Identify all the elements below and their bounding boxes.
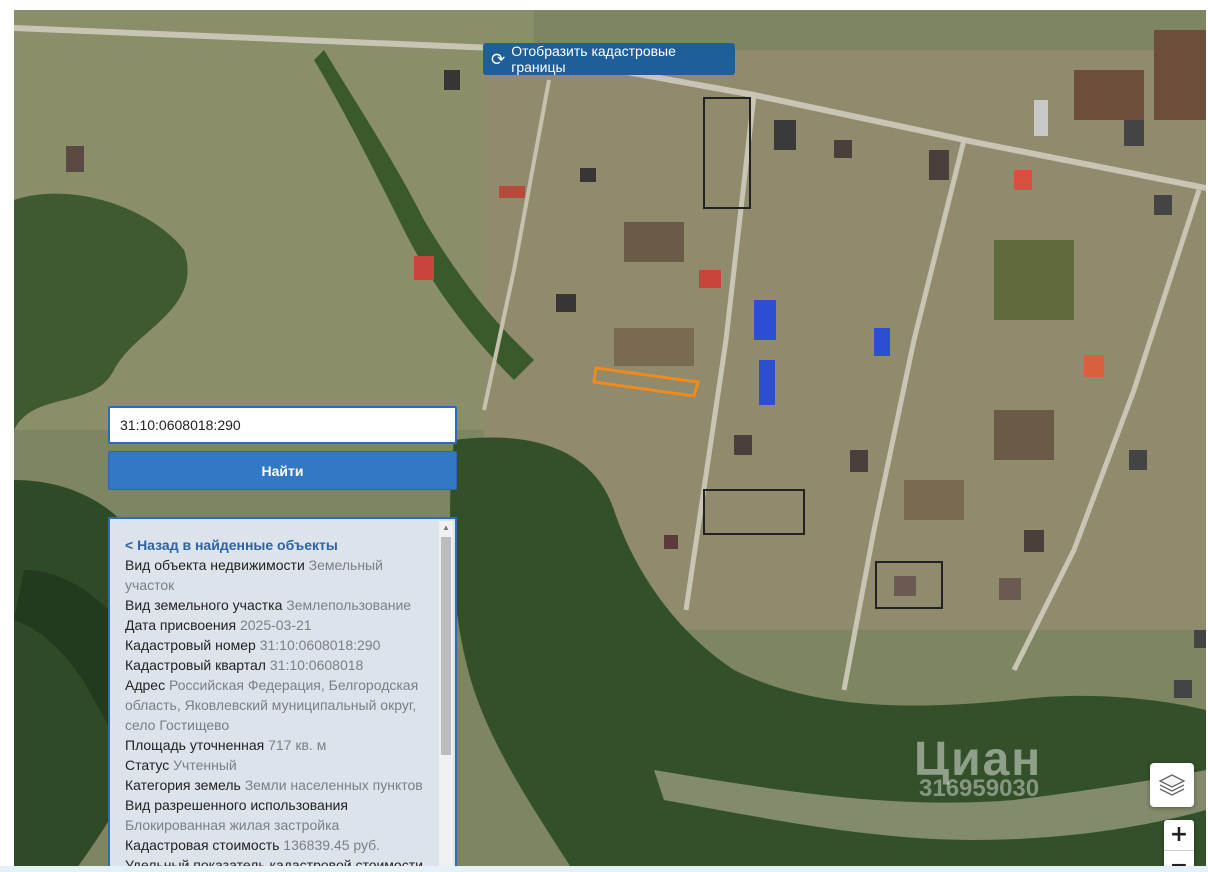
back-to-results-link[interactable]: < Назад в найденные объекты <box>125 535 425 555</box>
object-info-panel: < Назад в найденные объекты Вид объекта … <box>108 517 457 872</box>
info-value: Землепользование <box>286 597 412 613</box>
info-row-permitted-use: Вид разрешенного использования Блокирова… <box>125 795 425 835</box>
info-row-assign-date: Дата присвоения 2025-03-21 <box>125 615 425 635</box>
layers-button[interactable] <box>1150 763 1194 807</box>
info-label: Кадастровая стоимость <box>125 837 280 853</box>
info-row-cadastral-quarter: Кадастровый квартал 31:10:0608018 <box>125 655 425 675</box>
show-cadastral-boundaries-button[interactable]: ⟳ Отобразить кадастровые границы <box>483 43 735 75</box>
info-value: 717 кв. м <box>268 737 327 753</box>
layers-icon <box>1158 774 1186 796</box>
watermark-id: 316959030 <box>919 775 1040 802</box>
info-value: Блокированная жилая застройка <box>125 817 340 833</box>
info-row-object-type: Вид объекта недвижимости Земельный участ… <box>125 555 425 595</box>
info-label: Адрес <box>125 677 166 693</box>
find-button[interactable]: Найти <box>108 451 457 490</box>
info-label: Статус <box>125 757 170 773</box>
info-value: 136839.45 руб. <box>283 837 381 853</box>
info-label: Вид земельного участка <box>125 597 283 613</box>
info-label: Дата присвоения <box>125 617 237 633</box>
info-value: Учтенный <box>173 757 237 773</box>
show-cadastral-boundaries-label: Отобразить кадастровые границы <box>511 43 676 75</box>
info-value: 31:10:0608018:290 <box>259 637 381 653</box>
zoom-in-button[interactable]: + <box>1164 820 1194 850</box>
refresh-icon: ⟳ <box>491 49 506 69</box>
info-row-address: Адрес Российская Федерация, Белгородская… <box>125 675 425 735</box>
info-value: Земли населенных пунктов <box>244 777 423 793</box>
info-label: Площадь уточненная <box>125 737 265 753</box>
info-label: Вид разрешенного использования <box>125 797 348 813</box>
info-row-land-type: Вид земельного участка Землепользование <box>125 595 425 615</box>
info-label: Кадастровый квартал <box>125 657 266 673</box>
cadastral-search-input[interactable] <box>108 406 457 444</box>
info-label: Кадастровый номер <box>125 637 256 653</box>
info-value: 2025-03-21 <box>239 617 312 633</box>
info-row-cadastral-value: Кадастровая стоимость 136839.45 руб. <box>125 835 425 855</box>
bottom-strip <box>0 866 1208 872</box>
info-value: 31:10:0608018 <box>269 657 364 673</box>
info-value: Российская Федерация, Белгородская облас… <box>125 677 419 733</box>
zoom-control: + − <box>1164 820 1194 872</box>
info-label: Категория земель <box>125 777 241 793</box>
info-row-status: Статус Учтенный <box>125 755 425 775</box>
scrollbar-thumb[interactable] <box>441 537 451 755</box>
info-panel-scrollbar[interactable]: ▲ <box>439 521 453 872</box>
info-row-area: Площадь уточненная 717 кв. м <box>125 735 425 755</box>
info-row-land-category: Категория земель Земли населенных пункто… <box>125 775 425 795</box>
info-row-cadastral-number: Кадастровый номер 31:10:0608018:290 <box>125 635 425 655</box>
scroll-up-arrow-icon[interactable]: ▲ <box>439 521 453 535</box>
info-label: Вид объекта недвижимости <box>125 557 305 573</box>
